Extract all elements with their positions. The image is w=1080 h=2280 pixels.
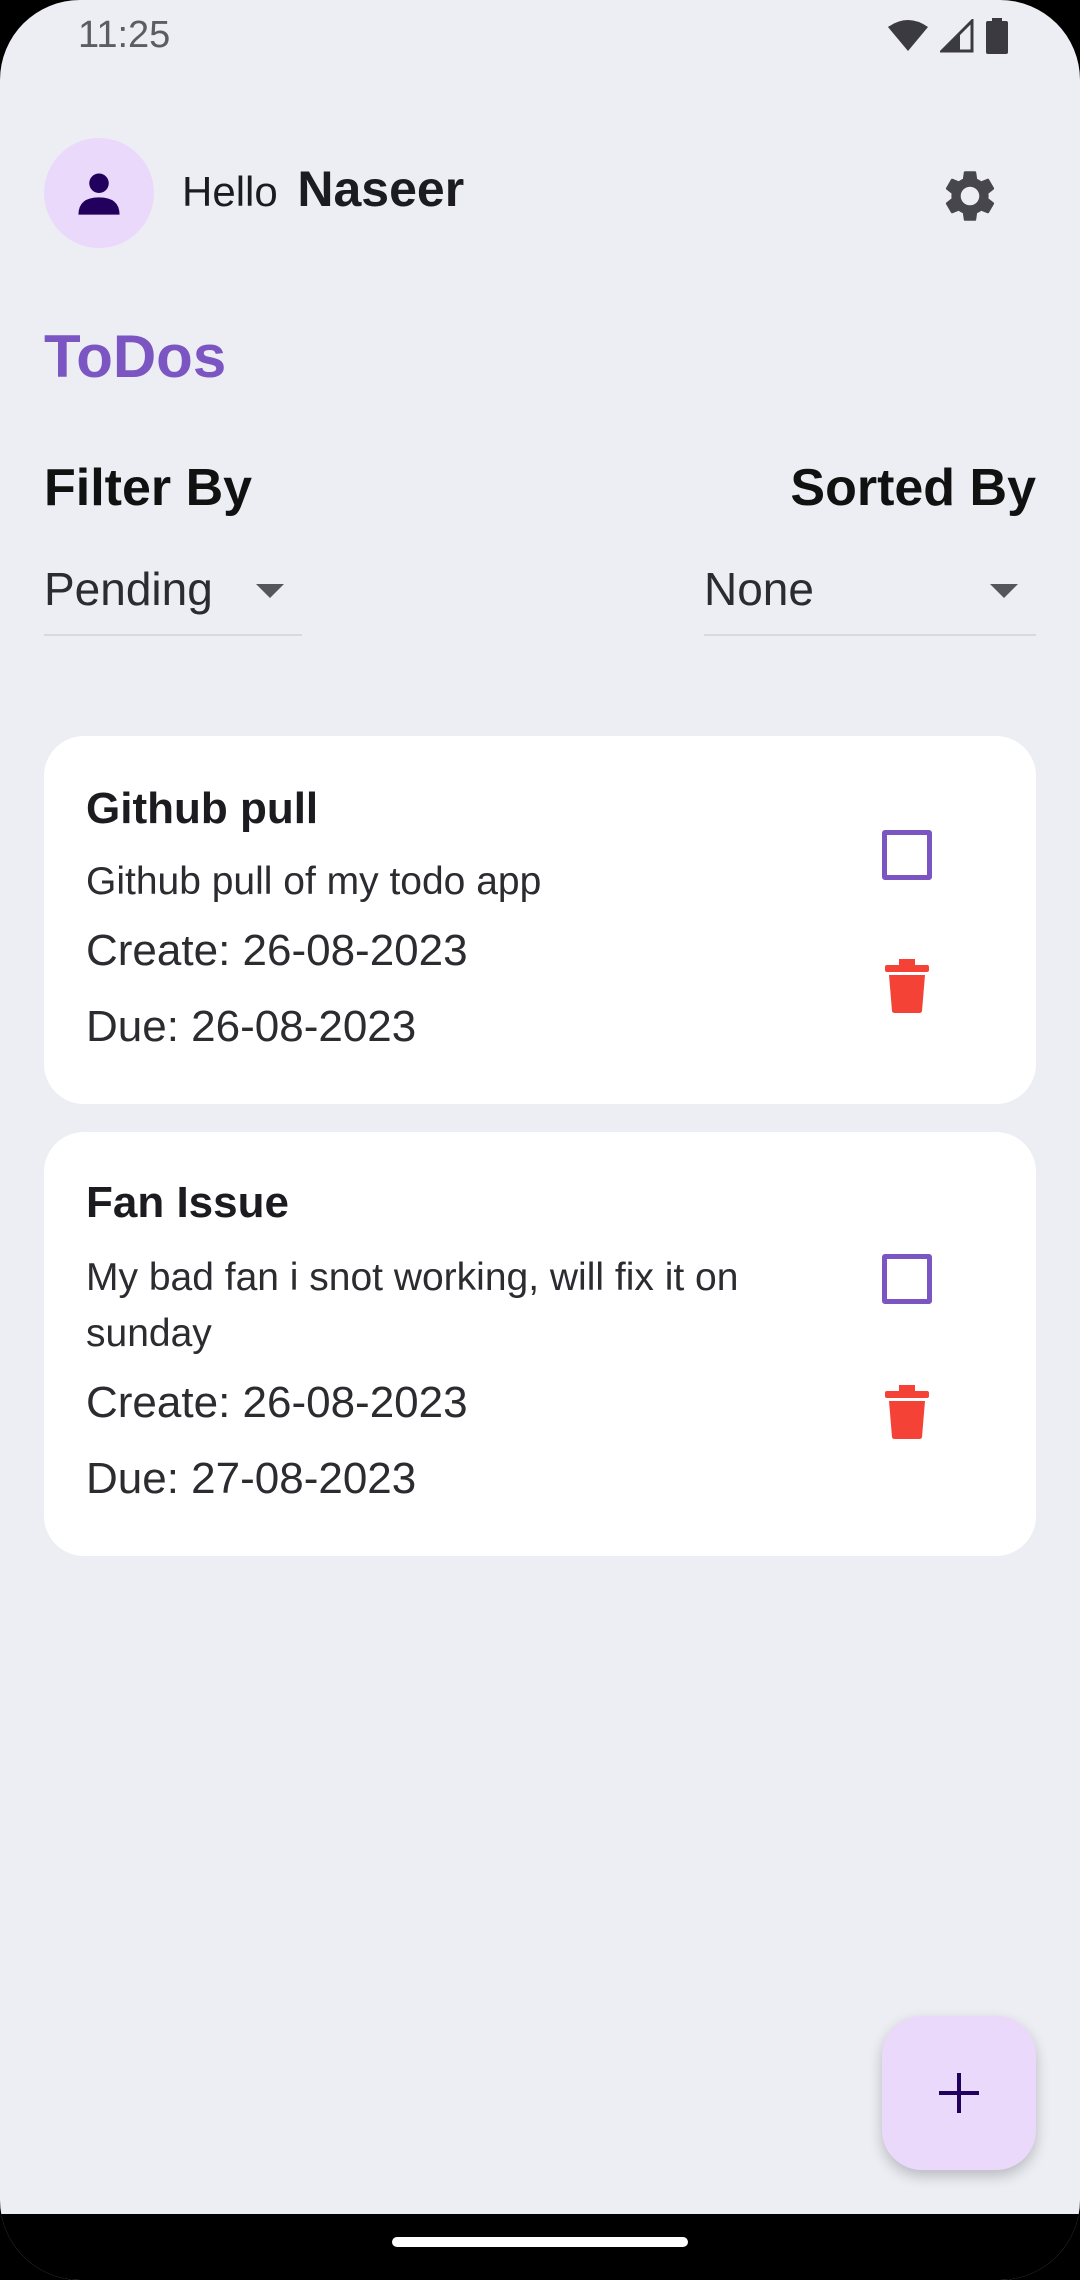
page-title: ToDos (44, 323, 227, 390)
app-screen: 11:25 Hello Naseer ToDos Filter By Sorte… (0, 0, 1080, 2280)
trash-icon (885, 1385, 929, 1439)
todo-due-date: Due: 26-08-2023 (86, 1002, 417, 1051)
todo-due-date: Due: 27-08-2023 (86, 1454, 417, 1503)
todo-card[interactable]: Github pull Github pull of my todo app C… (44, 736, 1036, 1104)
status-bar: 11:25 (0, 0, 1080, 72)
filter-dropdown[interactable]: Pending (44, 544, 302, 636)
wifi-icon (888, 20, 928, 51)
todo-title: Fan Issue (86, 1178, 289, 1227)
gear-icon (945, 171, 995, 221)
trash-icon (885, 959, 929, 1013)
filter-value: Pending (44, 563, 213, 615)
todo-description: My bad fan i snot working, will fix it o… (86, 1256, 739, 1355)
person-icon (78, 173, 120, 215)
status-icons (888, 18, 1008, 54)
plus-icon (939, 2073, 979, 2113)
filter-label: Filter By (44, 459, 253, 517)
todo-card[interactable]: Fan Issue My bad fan i snot working, wil… (44, 1132, 1036, 1556)
todo-title: Github pull (86, 784, 319, 833)
todo-done-checkbox[interactable] (882, 830, 932, 880)
delete-button[interactable] (882, 1384, 932, 1440)
todo-description: Github pull of my todo app (86, 860, 542, 903)
signal-icon (940, 19, 974, 53)
add-todo-button[interactable] (882, 2016, 1036, 2170)
battery-icon (986, 18, 1008, 54)
delete-button[interactable] (882, 958, 932, 1014)
user-name: Naseer (297, 161, 465, 217)
chevron-down-icon (990, 584, 1018, 598)
sort-label: Sorted By (790, 459, 1036, 517)
todo-done-checkbox[interactable] (882, 1254, 932, 1304)
sort-dropdown[interactable]: None (704, 544, 1036, 636)
greeting: Hello Naseer (182, 160, 464, 218)
status-time: 11:25 (78, 14, 171, 56)
sort-value: None (704, 563, 814, 615)
todo-created-date: Create: 26-08-2023 (86, 926, 468, 975)
avatar[interactable] (44, 138, 154, 248)
home-indicator[interactable] (392, 2237, 688, 2247)
navigation-bar (0, 2214, 1080, 2280)
todo-created-date: Create: 26-08-2023 (86, 1378, 468, 1427)
settings-button[interactable] (932, 158, 1008, 234)
greeting-prefix: Hello (182, 168, 278, 215)
chevron-down-icon (256, 584, 284, 598)
